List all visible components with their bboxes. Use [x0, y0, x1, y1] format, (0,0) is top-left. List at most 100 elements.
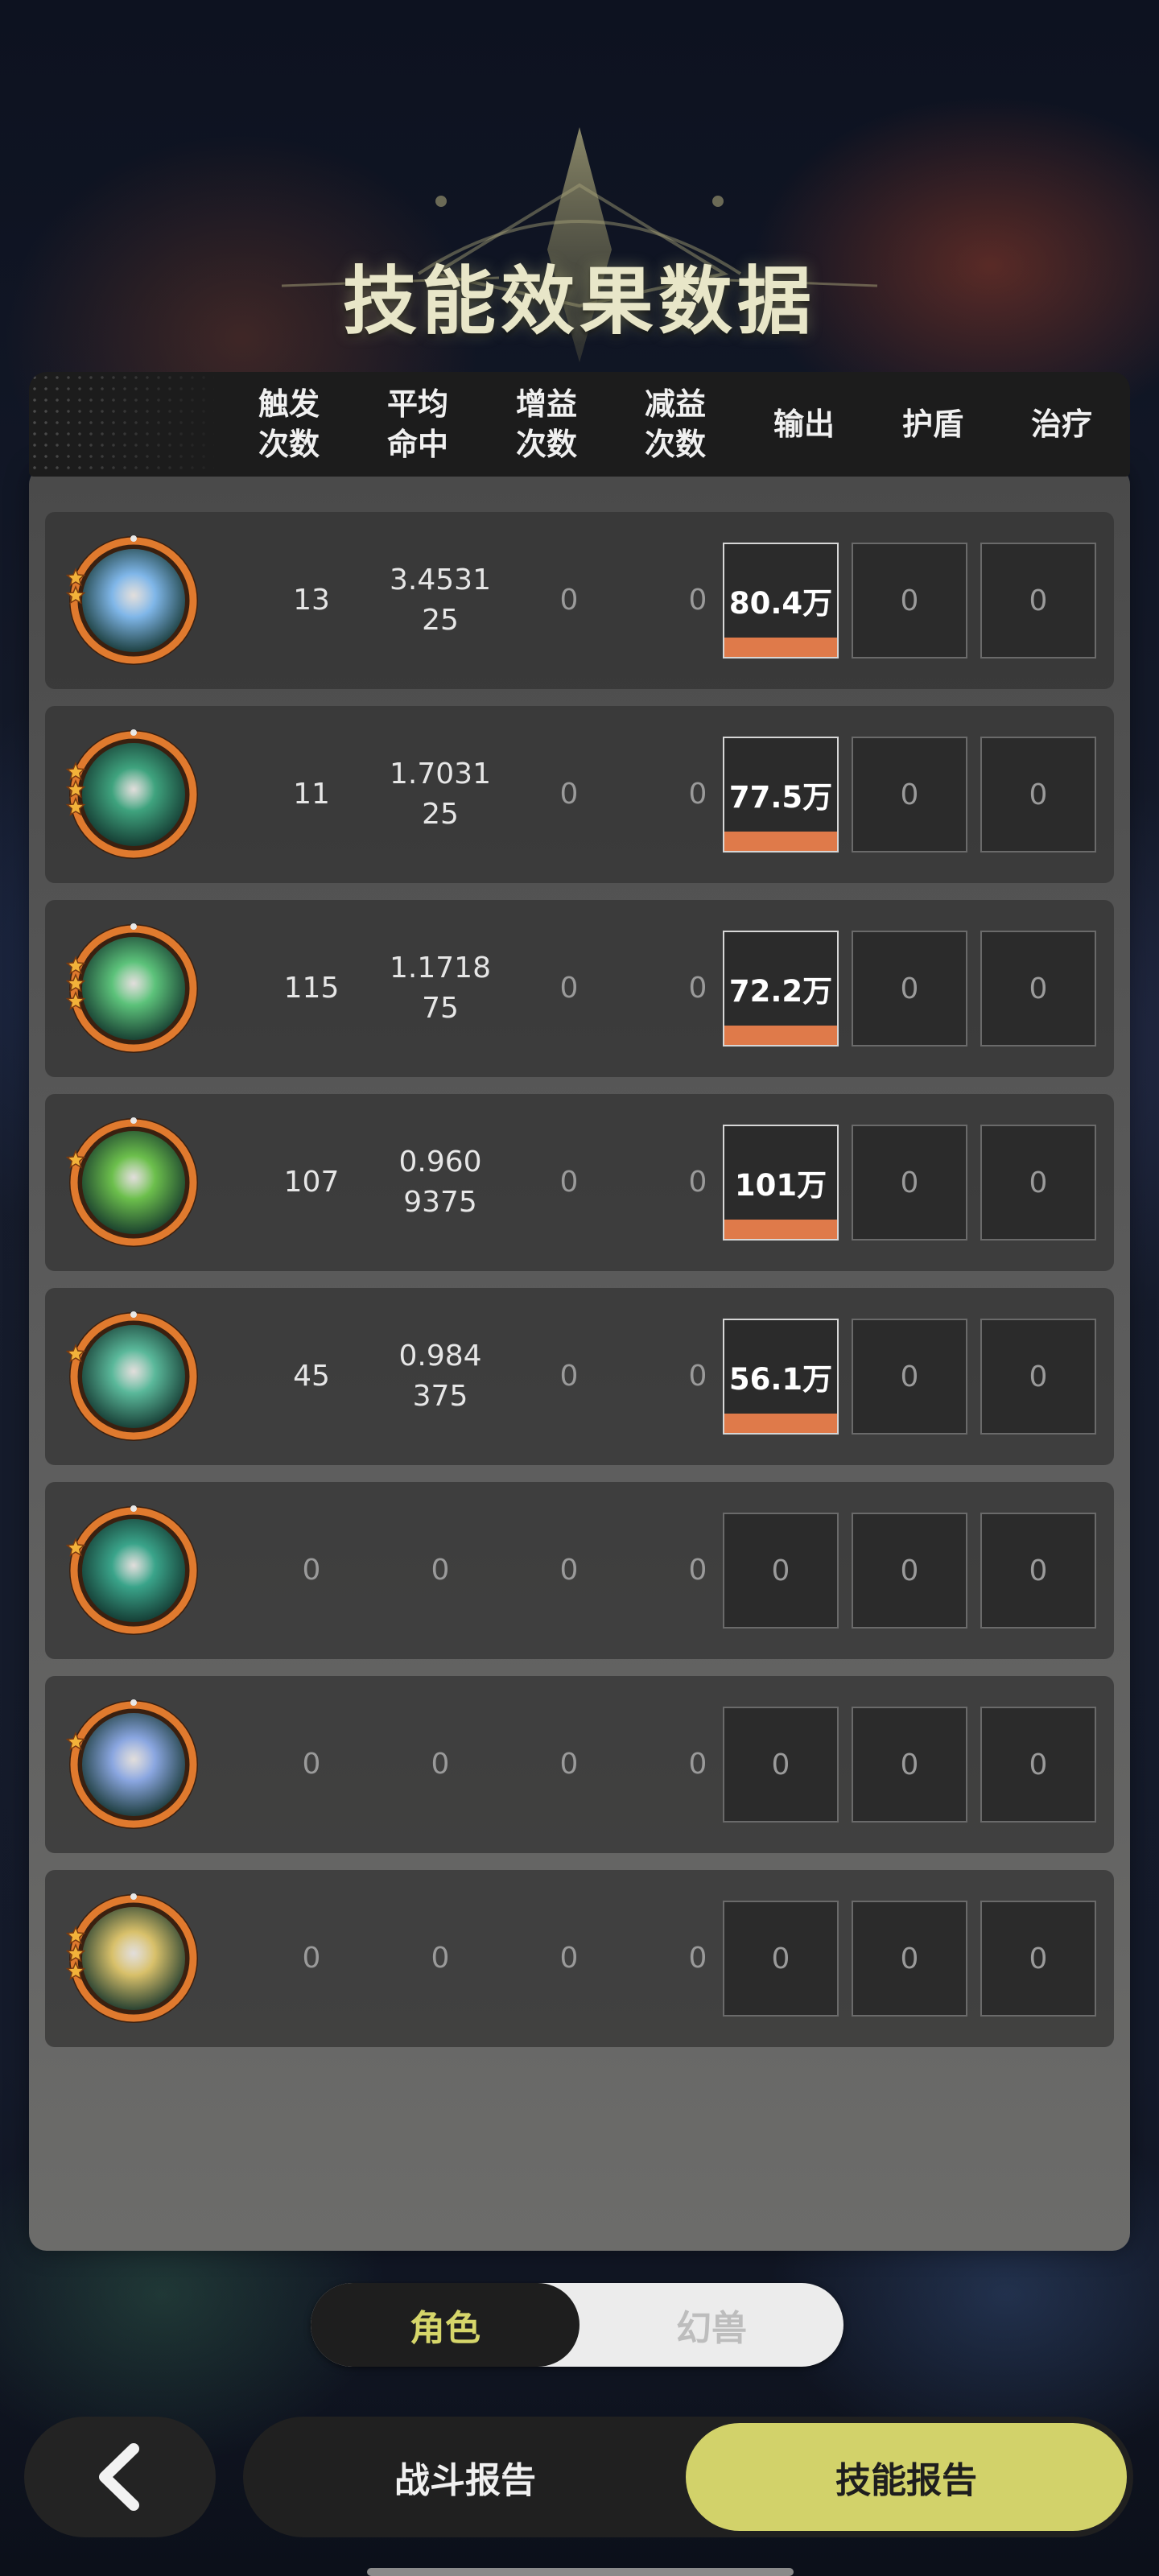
avg-hit: 0.960 9375: [380, 1094, 501, 1271]
header-output: 输出: [773, 407, 835, 442]
home-indicator: [367, 2568, 794, 2576]
report-nav: 战斗报告 技能报告: [243, 2417, 1133, 2537]
heal-value-box: 0: [980, 931, 1096, 1046]
header-shield: 护盾: [901, 407, 963, 442]
header-debuff-line1: 减益: [644, 386, 706, 422]
trigger-count: 11: [293, 778, 330, 811]
green-wind-skill-icon[interactable]: [66, 921, 201, 1056]
header-avg-hit: 平均 命中: [357, 372, 478, 477]
buff-count: 0: [559, 1554, 579, 1587]
output-value-box: 0: [723, 1707, 839, 1823]
avg-hit-line: 0: [431, 1554, 450, 1587]
skill-row: 13 3.4531 25 0 0 80.4万 0 0: [45, 512, 1114, 689]
page-title: 技能效果数据: [342, 258, 816, 345]
shadow-figure-skill-icon[interactable]: [66, 1503, 201, 1638]
golden-arrow-skill-icon[interactable]: [66, 1891, 201, 2026]
buff-count: 0: [559, 778, 579, 811]
blue-star-skill-icon[interactable]: [66, 1697, 201, 1832]
output-value-box: 56.1万: [723, 1319, 839, 1435]
output-value: 80.4万: [728, 586, 833, 621]
avg-hit-line: 0.960: [398, 1146, 482, 1179]
shield-value-box: 0: [852, 737, 967, 852]
skill-row: 0000000: [45, 1482, 1114, 1659]
header-trigger-line2: 次数: [258, 427, 320, 462]
role-beast-toggle[interactable]: 角色 幻兽: [311, 2283, 843, 2367]
trigger-count: 107: [283, 1166, 340, 1199]
header-trigger-count: 触发 次数: [229, 372, 349, 477]
buff-count: 0: [559, 584, 579, 617]
thorn-vine-skill-icon[interactable]: [66, 727, 201, 862]
trigger-count: 0: [302, 1554, 321, 1587]
heal-value-box: 0: [980, 737, 1096, 852]
buff-count: 0: [559, 1942, 579, 1975]
output-value-box: 0: [723, 1513, 839, 1629]
output-value-box: 80.4万: [723, 543, 839, 658]
trigger-count: 45: [293, 1360, 330, 1393]
header-buff-line1: 增益: [515, 386, 577, 422]
output-bar: [724, 1026, 837, 1045]
output-value: 72.2万: [728, 974, 833, 1009]
shield-value-box: 0: [852, 1125, 967, 1241]
buff-count: 0: [559, 1166, 579, 1199]
header-avg-hit-line1: 平均: [386, 386, 448, 422]
avg-hit-line: 75: [422, 992, 459, 1025]
tree-stump-skill-icon[interactable]: [66, 1115, 201, 1250]
avg-hit: 0: [380, 1870, 501, 2047]
avg-hit-line: 3.4531: [390, 564, 491, 597]
spirit-orb-skill-icon[interactable]: [66, 1309, 201, 1444]
header-pattern: [29, 372, 214, 477]
toggle-beast-option[interactable]: 幻兽: [580, 2283, 843, 2367]
skill-row: 45 0.984 375 0 0 56.1万 0 0: [45, 1288, 1114, 1465]
avg-hit-line: 0.984: [398, 1340, 482, 1373]
avg-hit: 1.1718 75: [380, 900, 501, 1077]
avg-hit: 0: [380, 1676, 501, 1853]
trigger-count: 115: [283, 972, 340, 1005]
trigger-count: 0: [302, 1942, 321, 1975]
header-heal: 治疗: [1030, 407, 1092, 442]
avg-hit-line: 9375: [403, 1186, 477, 1219]
skill-row: 11 1.7031 25 0 0 77.5万 0 0: [45, 706, 1114, 883]
avg-hit: 0: [380, 1482, 501, 1659]
shield-value-box: 0: [852, 1319, 967, 1435]
battle-report-tab[interactable]: 战斗报告: [243, 2417, 687, 2537]
output-value: 0: [771, 1942, 790, 1975]
skill-row: 0000000: [45, 1870, 1114, 2047]
avg-hit-line: 25: [422, 604, 459, 637]
shield-value-box: 0: [852, 543, 967, 658]
header-buff-line2: 次数: [515, 427, 577, 462]
avg-hit-line: 0: [431, 1942, 450, 1975]
avg-hit: 3.4531 25: [380, 512, 501, 689]
trigger-count: 13: [293, 584, 330, 617]
ice-burst-skill-icon[interactable]: [66, 533, 201, 668]
buff-count: 0: [559, 1748, 579, 1781]
output-bar: [724, 638, 837, 657]
header-buff-count: 增益 次数: [486, 372, 607, 477]
buff-count: 0: [559, 972, 579, 1005]
heal-value-box: 0: [980, 543, 1096, 658]
output-bar: [724, 1414, 837, 1433]
output-value-box: 77.5万: [723, 737, 839, 852]
output-value-box: 0: [723, 1901, 839, 2017]
title-area: 技能效果数据: [0, 97, 1159, 386]
header-trigger-line1: 触发: [258, 386, 320, 422]
skill-row: 0000000: [45, 1676, 1114, 1853]
buff-count: 0: [559, 1360, 579, 1393]
avg-hit-line: 1.1718: [390, 952, 491, 985]
avg-hit-line: 1.7031: [390, 758, 491, 791]
heal-value-box: 0: [980, 1901, 1096, 2017]
output-value: 56.1万: [728, 1362, 833, 1397]
toggle-role-option[interactable]: 角色: [311, 2283, 580, 2367]
avg-hit: 0.984 375: [380, 1288, 501, 1465]
shield-value-box: 0: [852, 1513, 967, 1629]
shield-value-box: 0: [852, 1707, 967, 1823]
avg-hit-line: 25: [422, 798, 459, 831]
output-value: 0: [771, 1748, 790, 1781]
avg-hit-line: 375: [412, 1380, 468, 1413]
skill-row: 115 1.1718 75 0 0 72.2万 0 0: [45, 900, 1114, 1077]
output-value: 101万: [734, 1168, 827, 1203]
back-button[interactable]: [24, 2417, 216, 2537]
skill-report-tab[interactable]: 技能报告: [686, 2423, 1127, 2531]
output-value-box: 101万: [723, 1125, 839, 1241]
table-header: 触发 次数 平均 命中 增益 次数 减益 次数 输出 护盾 治疗: [29, 372, 1130, 477]
output-value: 0: [771, 1554, 790, 1587]
